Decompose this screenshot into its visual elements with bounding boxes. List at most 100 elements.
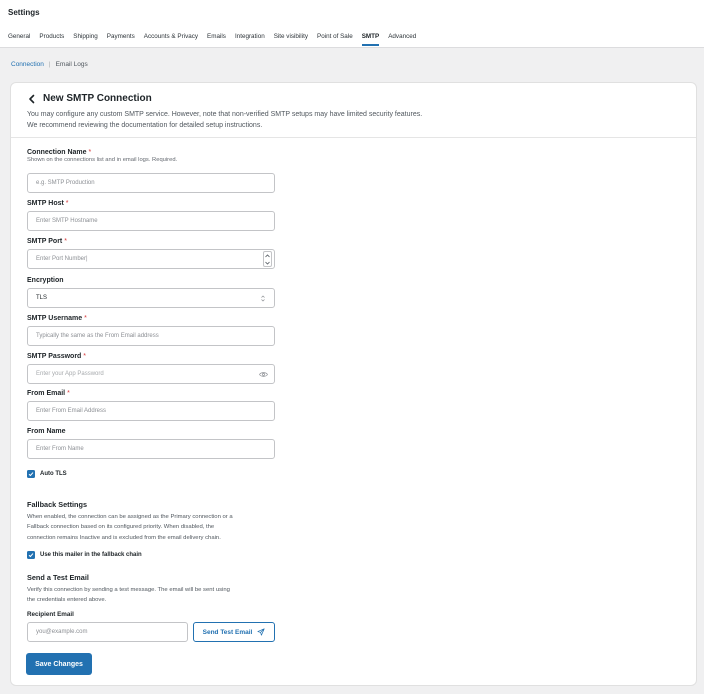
smtp-host-placeholder: Enter SMTP Hostname [36, 218, 98, 224]
encryption-label: Encryption [27, 277, 64, 284]
fallback-line-1: When enabled, the connection can be assi… [27, 514, 233, 520]
required-mark: * [83, 353, 87, 360]
smtp-password-label-text: SMTP Password [27, 353, 82, 360]
fallback-line-3: connection remains Inactive and is exclu… [27, 534, 221, 541]
auto-tls-checkbox[interactable]: Auto TLS [27, 470, 67, 478]
subnav-email-logs-link[interactable]: Email Logs [56, 61, 88, 68]
from-name-input[interactable]: Enter From Name [27, 439, 275, 459]
smtp-port-label-text: SMTP Port [27, 238, 63, 245]
connection-name-placeholder: e.g. SMTP Production [36, 180, 95, 186]
page-title: Settings [8, 8, 40, 17]
required-mark: * [65, 200, 69, 207]
checkmark-icon [28, 472, 34, 477]
fallback-line-2: Fallback connection based on its configu… [27, 524, 215, 531]
recipient-email-label-group: Recipient Email [27, 611, 74, 618]
tab-products[interactable]: Products [39, 33, 64, 47]
form-title: New SMTP Connection [43, 93, 152, 104]
required-mark: * [84, 315, 87, 322]
tab-accounts-privacy[interactable]: Accounts & Privacy [144, 33, 198, 47]
from-email-input[interactable]: Enter From Email Address [27, 401, 275, 421]
fallback-chain-checkbox[interactable]: Use this mailer in the fallback chain [27, 551, 142, 559]
description-line-1: You may configure any custom SMTP servic… [27, 111, 423, 118]
from-email-placeholder: Enter From Email Address [36, 408, 107, 414]
subnav-separator: | [48, 61, 51, 68]
from-name-label-group: From Name [27, 428, 66, 435]
smtp-host-label: SMTP Host * [27, 200, 69, 207]
tab-shipping[interactable]: Shipping [73, 33, 98, 47]
smtp-username-label-text: SMTP Username [27, 315, 83, 322]
save-changes-label: Save Changes [35, 660, 83, 668]
chevron-down-icon[interactable] [265, 261, 270, 265]
required-mark: * [64, 238, 67, 245]
from-email-label-group: From Email * [27, 390, 70, 397]
eye-icon[interactable] [259, 371, 268, 378]
send-icon [257, 628, 265, 636]
smtp-username-label-group: SMTP Username * [27, 315, 87, 322]
select-arrows-icon [261, 295, 265, 302]
connection-name-label-group: Connection Name * Shown on the connectio… [27, 149, 177, 163]
smtp-port-label: SMTP Port * [27, 238, 67, 245]
encryption-select[interactable]: TLS [27, 288, 275, 308]
checkbox-checked[interactable] [27, 470, 35, 478]
tab-advanced[interactable]: Advanced [388, 33, 416, 47]
smtp-host-label-group: SMTP Host * [27, 200, 69, 207]
smtp-username-label: SMTP Username * [27, 315, 87, 322]
smtp-port-label-group: SMTP Port * [27, 238, 67, 245]
tab-point-of-sale[interactable]: Point of Sale [317, 33, 353, 47]
smtp-host-label-text: SMTP Host [27, 200, 64, 207]
settings-header: Settings General Products Shipping Payme… [0, 0, 704, 48]
checkmark-icon [28, 553, 34, 558]
tab-site-visibility[interactable]: Site visibility [274, 33, 308, 47]
from-name-placeholder: Enter From Name [36, 446, 84, 452]
required-mark: * [88, 149, 92, 156]
smtp-password-placeholder: Enter your App Password [36, 371, 104, 377]
smtp-username-placeholder: Typically the same as the From Email add… [36, 333, 159, 339]
smtp-password-input[interactable]: Enter your App Password [27, 364, 275, 384]
recipient-email-placeholder: you@example.com [36, 629, 88, 635]
test-email-title: Send a Test Email [27, 573, 89, 582]
smtp-username-input[interactable]: Typically the same as the From Email add… [27, 326, 275, 346]
send-test-email-button[interactable]: Send Test Email [193, 622, 275, 642]
from-email-label: From Email * [27, 390, 70, 397]
from-email-label-text: From Email [27, 390, 66, 397]
connection-name-label-text: Connection Name [27, 149, 87, 156]
send-test-email-label: Send Test Email [202, 628, 253, 636]
tab-general[interactable]: General [8, 33, 30, 47]
required-mark: * [67, 390, 70, 397]
encryption-label-group: Encryption [27, 277, 64, 284]
smtp-host-input[interactable]: Enter SMTP Hostname [27, 211, 275, 231]
save-changes-button[interactable]: Save Changes [26, 653, 92, 675]
test-email-line-2: the credentials entered above. [27, 597, 107, 604]
description-line-2: We recommend reviewing the documentation… [27, 122, 263, 129]
tab-payments[interactable]: Payments [107, 33, 135, 47]
smtp-port-placeholder: Enter Port Number| [36, 256, 88, 262]
tab-integration[interactable]: Integration [235, 33, 265, 47]
tab-smtp[interactable]: SMTP [361, 33, 379, 47]
test-email-line-1: Verify this connection by sending a test… [27, 587, 230, 593]
port-stepper[interactable] [263, 251, 272, 267]
checkbox-checked[interactable] [27, 551, 35, 559]
chevron-up-icon[interactable] [265, 253, 270, 258]
smtp-port-input[interactable]: Enter Port Number| [27, 249, 275, 269]
fallback-description: When enabled, the connection can be assi… [27, 512, 277, 543]
recipient-email-input[interactable]: you@example.com [27, 622, 188, 642]
smtp-password-label: SMTP Password * [27, 353, 86, 360]
encryption-value: TLS [36, 295, 48, 301]
connection-name-label: Connection Name * [27, 149, 177, 156]
from-name-label: From Name [27, 428, 66, 435]
settings-tabs: General Products Shipping Payments Accou… [8, 33, 425, 47]
back-row: New SMTP Connection [27, 93, 152, 104]
form-description: You may configure any custom SMTP servic… [27, 109, 667, 131]
tab-emails[interactable]: Emails [207, 33, 226, 47]
smtp-connection-card: New SMTP Connection You may configure an… [10, 82, 697, 686]
smtp-subnav: Connection | Email Logs [11, 61, 88, 68]
recipient-email-label: Recipient Email [27, 611, 74, 618]
connection-name-input[interactable]: e.g. SMTP Production [27, 173, 275, 193]
fallback-chain-label: Use this mailer in the fallback chain [40, 552, 142, 558]
smtp-password-label-group: SMTP Password * [27, 353, 86, 360]
chevron-left-icon[interactable] [27, 94, 37, 104]
auto-tls-label: Auto TLS [40, 471, 67, 477]
test-email-description: Verify this connection by sending a test… [27, 585, 277, 606]
card-header: New SMTP Connection You may configure an… [11, 83, 696, 138]
subnav-connection-link[interactable]: Connection [11, 61, 44, 68]
